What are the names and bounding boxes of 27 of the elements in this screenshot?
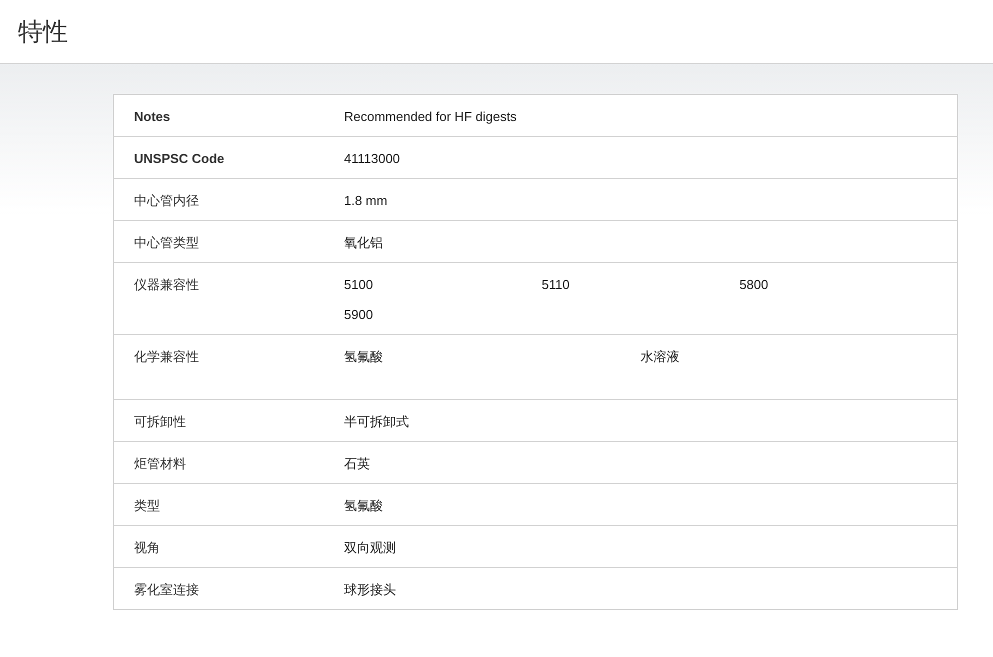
property-value: 双向观测 bbox=[344, 540, 396, 555]
property-value: 5800 bbox=[739, 277, 768, 292]
property-label: UNSPSC Code bbox=[134, 150, 226, 168]
property-value: 石英 bbox=[344, 456, 370, 471]
property-value: 球形接头 bbox=[344, 582, 396, 597]
property-label: 雾化室连接 bbox=[134, 581, 200, 599]
property-value: 1.8 mm bbox=[344, 193, 388, 208]
property-label: Notes bbox=[134, 108, 172, 126]
property-value: 水溶液 bbox=[640, 349, 680, 364]
property-label: 仪器兼容性 bbox=[134, 276, 200, 294]
property-value: 氢氟酸 bbox=[344, 498, 383, 513]
property-label: 炬管材料 bbox=[134, 455, 187, 473]
property-label: 视角 bbox=[134, 539, 161, 557]
page-title: 特性 bbox=[18, 17, 68, 48]
property-label: 中心管类型 bbox=[134, 234, 200, 252]
property-value: 5110 bbox=[542, 277, 570, 292]
property-value: 氢氟酸 bbox=[344, 349, 383, 364]
property-value: Recommended for HF digests bbox=[344, 109, 517, 124]
property-value: 半可拆卸式 bbox=[344, 414, 409, 429]
property-value: 氧化铝 bbox=[344, 235, 383, 250]
property-value: 5900 bbox=[344, 307, 373, 322]
property-label: 可拆卸性 bbox=[134, 413, 187, 431]
property-label: 化学兼容性 bbox=[134, 348, 200, 366]
property-value: 41113000 bbox=[344, 151, 400, 166]
property-value: 5100 bbox=[344, 277, 373, 292]
property-label: 中心管内径 bbox=[134, 192, 200, 210]
property-label: 类型 bbox=[134, 497, 161, 515]
